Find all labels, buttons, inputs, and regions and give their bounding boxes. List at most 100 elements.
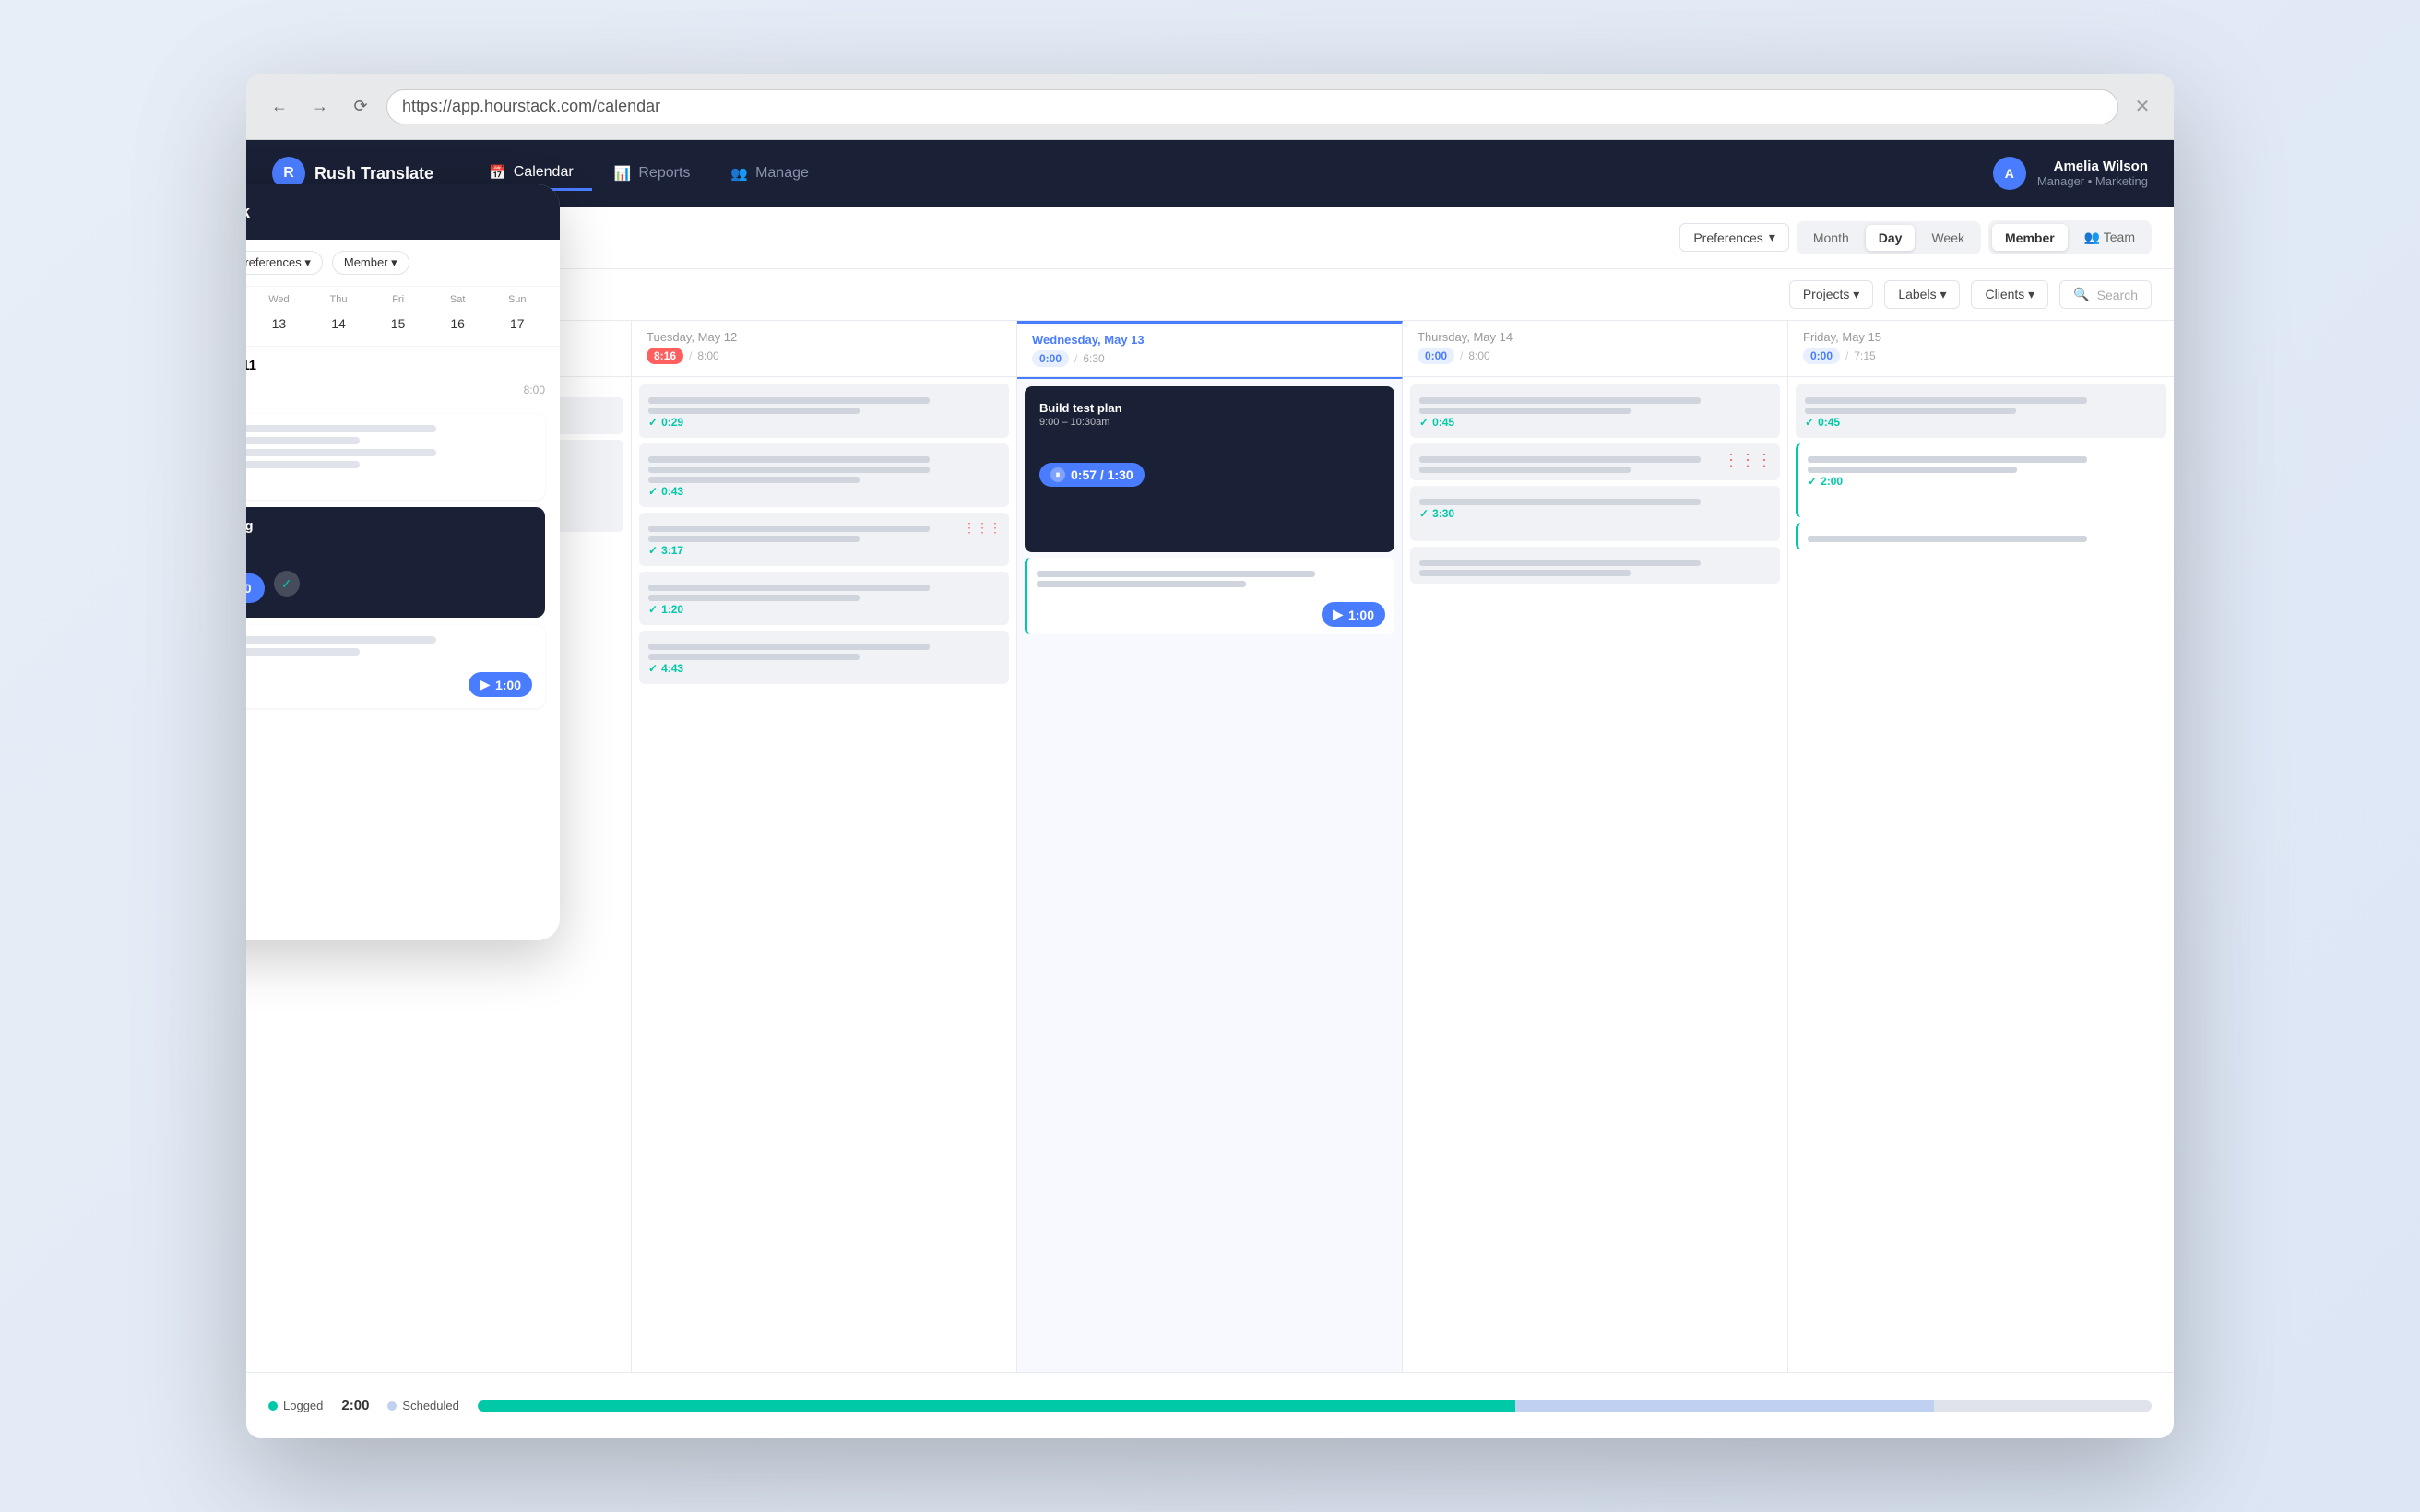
projects-filter-btn[interactable]: Projects ▾	[1789, 280, 1874, 309]
time-logged: ✓ 2:00	[1808, 475, 1843, 488]
mobile-day-fri[interactable]: Fri 15	[370, 294, 426, 338]
nav-item-reports[interactable]: 📊 Reports	[596, 157, 709, 191]
browser-url-bar[interactable]: https://app.hourstack.com/calendar	[386, 89, 2118, 124]
browser-forward-btn[interactable]: →	[305, 92, 335, 122]
task-block[interactable]: ⋮⋮⋮ ✓ 3:17	[639, 513, 1009, 566]
logged-dot	[268, 1401, 278, 1411]
time-logged: ✓ 0:43	[648, 485, 683, 498]
task-block[interactable]: ✓ 3:30	[1410, 486, 1780, 541]
task-block[interactable]	[1410, 547, 1780, 584]
day-name: Fri	[392, 294, 404, 305]
browser-refresh-btn[interactable]: ⟳	[346, 92, 375, 122]
search-icon: 🔍	[2073, 287, 2089, 302]
mobile-task3-counter[interactable]: ▶ 1:00	[469, 672, 532, 697]
mobile-pref-btn[interactable]: Preferences ▾	[246, 251, 323, 275]
task-line	[1419, 456, 1701, 463]
browser-close-btn[interactable]: ✕	[2129, 94, 2155, 120]
task-block[interactable]: ✓ 0:45	[1796, 384, 2166, 438]
day-header-tue: Tuesday, May 12 8:16 / 8:00	[632, 321, 1017, 376]
task-block[interactable]: ✓ 4:43	[639, 631, 1009, 684]
task-line	[246, 437, 360, 444]
mobile-hour-label: 8:00	[524, 384, 545, 396]
task-subtitle: 9:00 – 10:30am	[1039, 417, 1380, 428]
team-btn[interactable]: 👥 Team	[2071, 224, 2148, 251]
task-line	[648, 467, 930, 473]
mobile-day-wed[interactable]: Wed 13	[251, 294, 307, 338]
time-badge-fri: 0:00	[1803, 348, 1840, 364]
day-time-fri: 0:00 / 7:15	[1803, 348, 2159, 364]
mobile-day-sat[interactable]: Sat 16	[430, 294, 486, 338]
view-week-btn[interactable]: Week	[1918, 225, 1977, 251]
clients-filter-btn[interactable]: Clients ▾	[1971, 280, 2048, 309]
cal-col-fri: 31 ✓ 0:45 ✓ 2:00	[1788, 377, 2174, 1372]
time-logged: ✓ 4:43	[648, 662, 683, 675]
mobile-day-sun[interactable]: Sun 17	[489, 294, 545, 338]
mobile-overlay: ☰ HourStack 📅 Today Preferences ▾ Member…	[246, 184, 560, 940]
pause-btn[interactable]: ⏸	[1050, 467, 1065, 482]
task-line	[648, 477, 860, 483]
day-label-fri: Friday, May 15	[1803, 330, 2159, 344]
brand-name: Rush Translate	[314, 164, 433, 183]
labels-filter-btn[interactable]: Labels ▾	[1884, 280, 1960, 309]
task-block-build-test[interactable]: Build test plan 9:00 – 10:30am ⏸ 0:57 / …	[1025, 386, 1394, 552]
time-log: ✓ 1:43	[246, 474, 532, 489]
mobile-task-area: ✓ 1:43 Project planning 10:00 - 11:00am …	[246, 407, 560, 940]
avatar: A	[1993, 157, 2026, 190]
mobile-header: ☰ HourStack	[246, 184, 560, 240]
mobile-member-btn[interactable]: Member ▾	[332, 251, 409, 275]
check-btn[interactable]: ✓	[274, 571, 300, 597]
task-line	[648, 536, 860, 542]
task-block[interactable]: ✓ 0:45	[1410, 384, 1780, 438]
task-line	[246, 449, 436, 456]
mobile-day-thu[interactable]: Thu 14	[311, 294, 367, 338]
nav-item-manage[interactable]: 👥 Manage	[712, 157, 827, 191]
day-num: 17	[503, 309, 532, 338]
scheduled-dot	[387, 1401, 397, 1411]
time-logged: ✓ 3:30	[1419, 507, 1454, 520]
preferences-btn[interactable]: Preferences ▾	[1679, 223, 1789, 252]
day-time-thu: 0:00 / 8:00	[1418, 348, 1773, 364]
task-line	[648, 644, 930, 650]
mobile-time-bar: 1:43 / 7:00 8:00	[246, 380, 560, 407]
task-block[interactable]: ⋮⋮⋮	[1410, 443, 1780, 480]
task-block[interactable]: ✓ 1:20	[639, 572, 1009, 625]
task-line	[648, 408, 860, 414]
view-month-btn[interactable]: Month	[1800, 225, 1862, 251]
day-num: 16	[443, 309, 472, 338]
mobile-day-tue[interactable]: Tue 12	[246, 294, 247, 338]
time-add-btn[interactable]: ▶ 1:00	[1322, 602, 1385, 627]
day-header-thu: Thursday, May 14 0:00 / 8:00	[1403, 321, 1788, 376]
task-block-wed2[interactable]: ▶ 1:00	[1025, 558, 1394, 634]
dots-icon: ⋮⋮⋮	[963, 520, 1002, 536]
task-line	[648, 526, 930, 532]
time-badge-thu: 0:00	[1418, 348, 1454, 364]
mobile-task-1[interactable]: ✓ 1:43	[246, 414, 545, 500]
team-icon: 👥	[2084, 230, 2100, 244]
task-line	[1808, 456, 2087, 463]
task-line	[1805, 397, 2087, 404]
legend-scheduled: Scheduled	[387, 1399, 458, 1412]
time-counter-value: 0:57 / 1:30	[1071, 467, 1133, 482]
search-bar[interactable]: 🔍 Search	[2059, 280, 2152, 309]
nav-calendar-label: Calendar	[514, 164, 574, 181]
nav-reports-label: Reports	[638, 165, 690, 182]
member-btn[interactable]: Member	[1992, 224, 2068, 251]
task-block[interactable]: ✓ 0:29	[639, 384, 1009, 438]
task-line	[1037, 571, 1315, 577]
view-day-btn[interactable]: Day	[1866, 225, 1916, 251]
browser-back-btn[interactable]: ←	[265, 92, 294, 122]
day-num: 15	[384, 309, 413, 338]
day-label-tue: Tuesday, May 12	[647, 330, 1002, 344]
task-line	[1419, 499, 1701, 505]
task-block[interactable]: ✓ 0:43	[639, 443, 1009, 507]
day-time-tue: 8:16 / 8:00	[647, 348, 1002, 364]
task-block[interactable]: ✓ 2:00	[1796, 443, 2166, 517]
mobile-time-counter[interactable]: ⏸ 00:14 / 1:00	[246, 573, 265, 603]
mobile-task-2[interactable]: Project planning 10:00 - 11:00am ⏸ 00:14…	[246, 507, 545, 618]
task-line	[648, 654, 860, 660]
time-counter[interactable]: ⏸ 0:57 / 1:30	[1039, 463, 1145, 487]
task-block[interactable]	[1796, 523, 2166, 549]
mobile-task-3[interactable]: ▶ 1:00	[246, 625, 545, 708]
logged-label: Logged	[283, 1399, 323, 1412]
browser-window: ← → ⟳ https://app.hourstack.com/calendar…	[246, 74, 2174, 1438]
